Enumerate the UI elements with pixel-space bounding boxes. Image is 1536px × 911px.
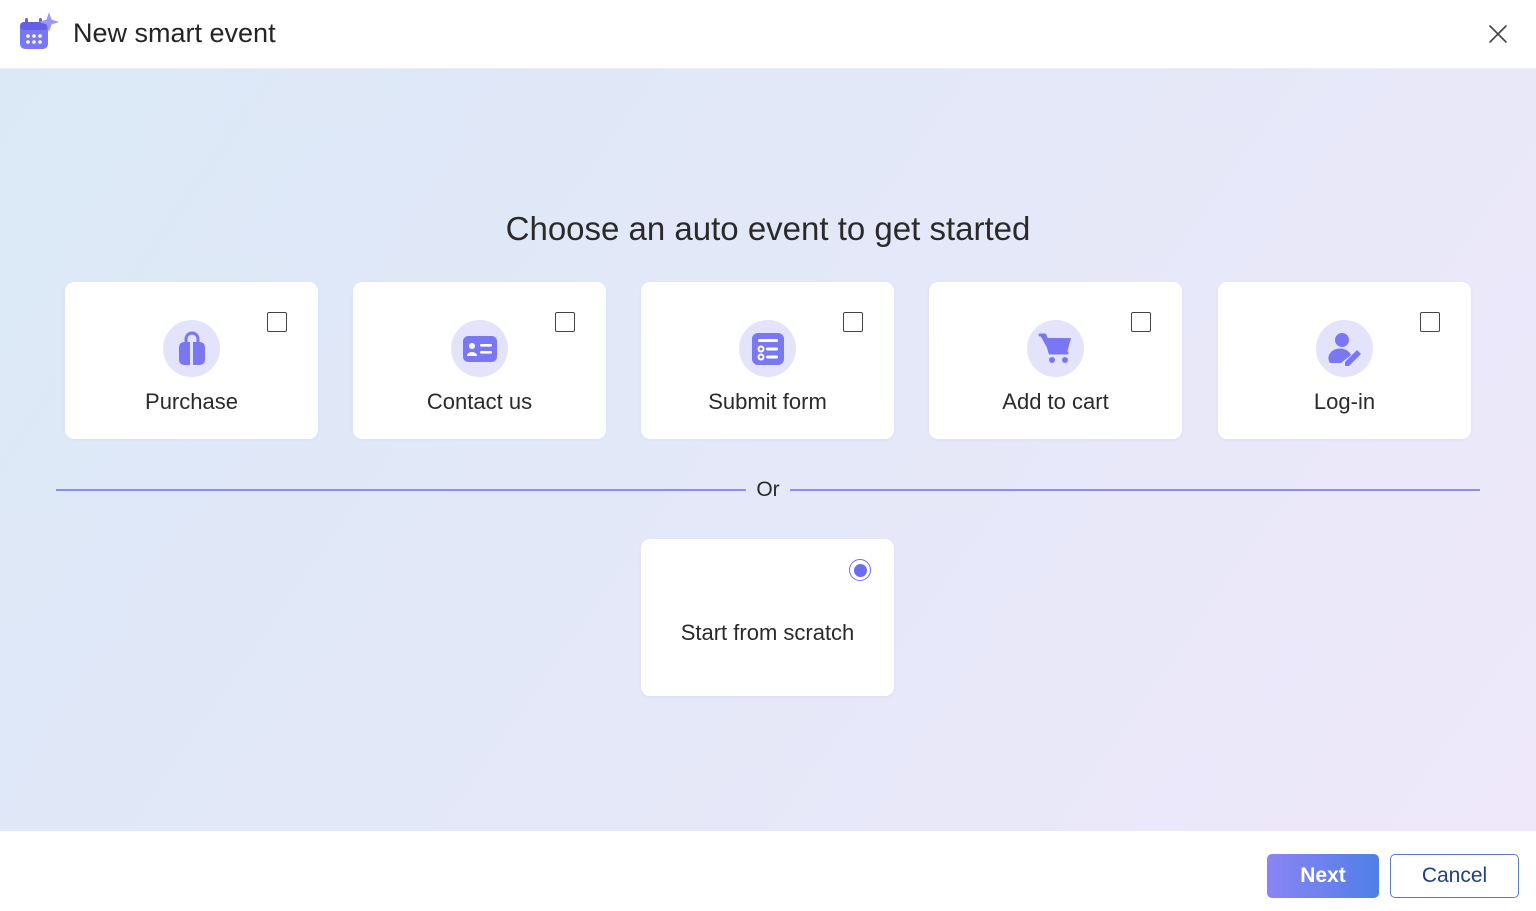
start-from-scratch-radio[interactable] bbox=[849, 559, 871, 581]
dialog-header: New smart event bbox=[0, 0, 1536, 69]
card-label: Log-in bbox=[1313, 389, 1376, 414]
event-card-log-in[interactable]: Log-in bbox=[1218, 282, 1471, 439]
event-card-purchase[interactable]: Purchase bbox=[65, 282, 318, 439]
form-list-icon bbox=[739, 320, 796, 377]
next-button[interactable]: Next bbox=[1267, 854, 1379, 898]
submit-form-checkbox[interactable] bbox=[843, 312, 863, 332]
log-in-checkbox[interactable] bbox=[1420, 312, 1440, 332]
dialog-title: New smart event bbox=[73, 18, 276, 48]
close-button[interactable] bbox=[1482, 18, 1514, 50]
content-area: Choose an auto event to get started Purc… bbox=[0, 69, 1536, 831]
or-separator: Or bbox=[756, 478, 780, 501]
card-label: Contact us bbox=[426, 389, 533, 414]
divider-right bbox=[790, 489, 1480, 491]
contact-card-icon bbox=[451, 320, 508, 377]
purchase-checkbox[interactable] bbox=[267, 312, 287, 332]
cancel-button[interactable]: Cancel bbox=[1390, 854, 1519, 898]
start-from-scratch-card[interactable]: Start from scratch bbox=[641, 539, 894, 696]
add-to-cart-checkbox[interactable] bbox=[1131, 312, 1151, 332]
contact-us-checkbox[interactable] bbox=[555, 312, 575, 332]
shopping-bag-icon bbox=[163, 320, 220, 377]
dialog-footer: Next Cancel bbox=[0, 831, 1536, 911]
card-label: Purchase bbox=[145, 389, 238, 414]
card-label: Add to cart bbox=[1002, 389, 1109, 414]
event-card-add-to-cart[interactable]: Add to cart bbox=[929, 282, 1182, 439]
card-label: Start from scratch bbox=[680, 620, 855, 645]
card-label: Submit form bbox=[708, 389, 827, 414]
divider-left bbox=[56, 489, 746, 491]
cart-icon bbox=[1027, 320, 1084, 377]
calendar-sparkle-icon bbox=[18, 12, 62, 52]
close-icon bbox=[1489, 25, 1507, 43]
person-edit-icon bbox=[1316, 320, 1373, 377]
event-card-submit-form[interactable]: Submit form bbox=[641, 282, 894, 439]
radio-selected-dot bbox=[853, 563, 867, 577]
event-card-contact-us[interactable]: Contact us bbox=[353, 282, 606, 439]
page-heading: Choose an auto event to get started bbox=[505, 210, 1031, 247]
